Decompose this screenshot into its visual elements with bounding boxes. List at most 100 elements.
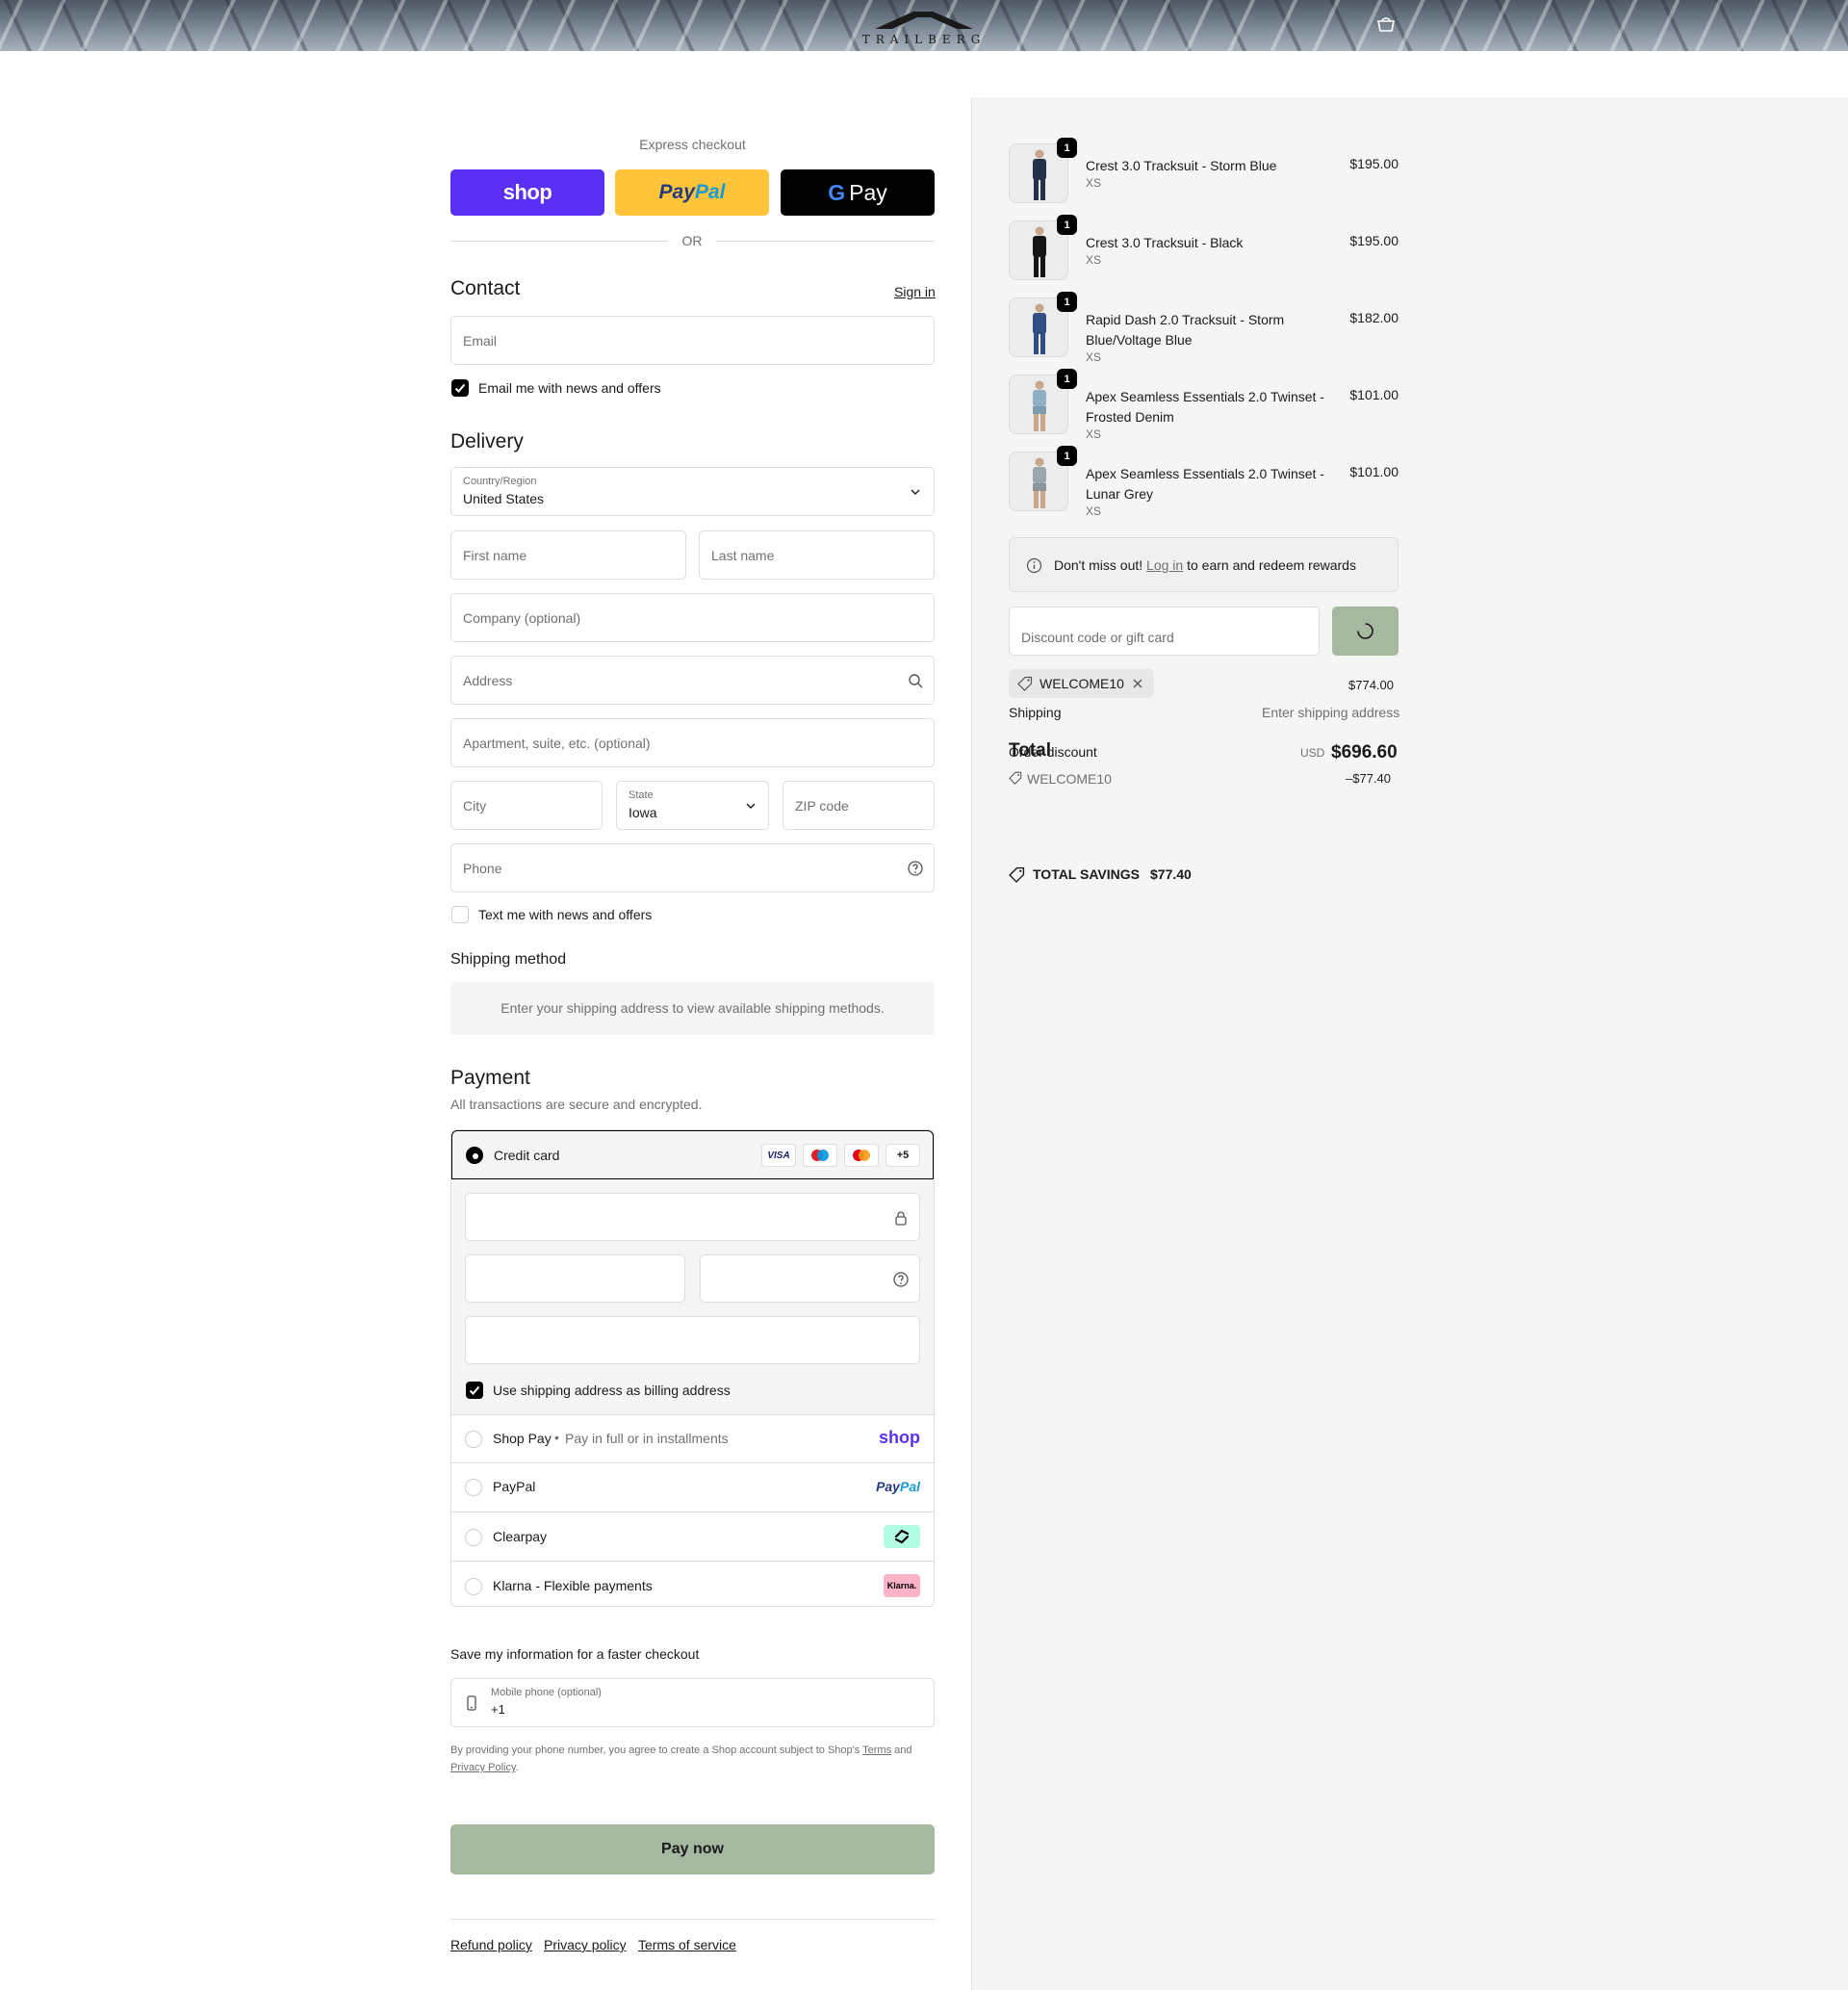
apply-discount-button[interactable] (1332, 607, 1399, 656)
mobile-phone-icon (467, 1695, 476, 1711)
shop-pay-option[interactable]: Shop Pay • Pay in full or in installment… (451, 1414, 934, 1462)
lock-icon (895, 1211, 907, 1226)
brand-wordmark: TRAILBERG (861, 33, 987, 46)
country-select[interactable]: Country/Region United States (450, 467, 935, 516)
payment-methods: Credit card VISA +5 Use shipping address… (450, 1129, 935, 1607)
expiry-field[interactable] (465, 1254, 685, 1303)
apartment-placeholder: Apartment, suite, etc. (optional) (463, 736, 651, 751)
clearpay-radio[interactable] (465, 1529, 482, 1546)
rewards-login-link[interactable]: Log in (1146, 557, 1183, 573)
product-size: XS (1086, 427, 1102, 441)
paypal-express-button[interactable]: PayPal (615, 169, 769, 216)
credit-card-radio[interactable] (466, 1147, 483, 1164)
city-field[interactable]: City (450, 781, 603, 830)
help-circle-icon[interactable] (892, 1271, 910, 1288)
discount-code-field[interactable]: Discount code or gift card (1009, 607, 1320, 656)
product-size: XS (1086, 350, 1102, 364)
billing-address-label: Use shipping address as billing address (493, 1383, 731, 1398)
shop-pay-sublabel: Pay in full or in installments (565, 1431, 729, 1446)
mastercard-icon (844, 1144, 879, 1167)
discount-code-placeholder: Discount code or gift card (1021, 630, 1174, 645)
shipping-value: Enter shipping address (1262, 705, 1400, 720)
shipping-method-notice-box: Enter your shipping address to view avai… (450, 982, 935, 1035)
mobile-phone-label: Mobile phone (optional) (491, 1687, 602, 1698)
cart-icon[interactable] (1376, 17, 1396, 33)
apartment-field[interactable]: Apartment, suite, etc. (optional) (450, 718, 935, 767)
last-name-placeholder: Last name (711, 548, 775, 563)
quantity-badge: 1 (1057, 215, 1077, 235)
refund-policy-link[interactable]: Refund policy (450, 1937, 532, 1952)
security-code-field[interactable] (700, 1254, 920, 1303)
sign-in-link[interactable]: Sign in (894, 284, 936, 299)
state-label: State (629, 789, 654, 801)
mobile-phone-field[interactable]: Mobile phone (optional) +1 (450, 1678, 935, 1727)
contact-heading: Contact (450, 277, 521, 299)
line-item: 1 Rapid Dash 2.0 Tracksuit - Storm Blue/… (1009, 292, 1399, 364)
or-divider-label: OR (681, 233, 703, 248)
klarna-option[interactable]: Klarna - Flexible payments Klarna. (451, 1561, 934, 1606)
express-checkout-title: Express checkout (639, 137, 746, 152)
first-name-placeholder: First name (463, 548, 527, 563)
last-name-field[interactable]: Last name (699, 530, 935, 580)
more-cards-badge: +5 (886, 1144, 920, 1167)
state-select[interactable]: State Iowa (616, 781, 769, 830)
zip-field[interactable]: ZIP code (783, 781, 935, 830)
tag-icon (1017, 676, 1033, 691)
paypal-logo: PayPal (876, 1479, 920, 1494)
name-on-card-field[interactable] (465, 1316, 920, 1364)
address-field[interactable]: Address (450, 656, 935, 705)
zip-placeholder: ZIP code (795, 798, 849, 814)
privacy-policy-footer-link[interactable]: Privacy policy (544, 1937, 627, 1952)
help-circle-icon[interactable] (907, 860, 924, 877)
quantity-badge: 1 (1057, 138, 1077, 158)
product-name: Apex Seamless Essentials 2.0 Twinset - L… (1086, 466, 1324, 502)
header-banner: TRAILBERG (0, 0, 1848, 51)
delivery-heading: Delivery (450, 430, 524, 452)
quantity-badge: 1 (1057, 369, 1077, 389)
order-discount-value: –$77.40 (1346, 771, 1391, 786)
clearpay-option[interactable]: Clearpay (451, 1512, 934, 1561)
product-name: Crest 3.0 Tracksuit - Black (1086, 235, 1244, 250)
country-label: Country/Region (463, 476, 537, 487)
state-value: Iowa (629, 805, 657, 820)
paypal-option[interactable]: PayPal PayPal (451, 1462, 934, 1512)
text-news-label: Text me with news and offers (478, 907, 653, 922)
country-value: United States (463, 491, 545, 506)
billing-address-checkbox[interactable] (466, 1382, 483, 1399)
email-field[interactable]: Email (450, 316, 935, 365)
product-name: Crest 3.0 Tracksuit - Storm Blue (1086, 158, 1277, 173)
close-icon[interactable] (1132, 678, 1143, 689)
terms-link[interactable]: Terms (862, 1744, 891, 1756)
line-item: 1 Crest 3.0 Tracksuit - Storm Blue XS $1… (1009, 138, 1399, 207)
email-news-checkbox[interactable] (451, 379, 469, 397)
company-field[interactable]: Company (optional) (450, 593, 935, 642)
chevron-down-icon (746, 803, 756, 809)
brand-logo[interactable]: TRAILBERG (852, 6, 996, 46)
order-discount-code: WELCOME10 (1027, 771, 1112, 787)
savings-tag-icon (1009, 866, 1025, 883)
checkmark-icon (454, 383, 466, 393)
paypal-radio[interactable] (465, 1479, 482, 1496)
shop-pay-radio[interactable] (465, 1431, 482, 1448)
info-icon (1026, 557, 1042, 574)
product-price: $101.00 (1349, 387, 1399, 402)
google-pay-express-button[interactable]: G Pay (781, 169, 935, 216)
text-news-checkbox[interactable] (451, 906, 469, 923)
first-name-field[interactable]: First name (450, 530, 686, 580)
shop-pay-express-button[interactable]: shop (450, 169, 604, 216)
phone-field[interactable]: Phone (450, 843, 935, 892)
card-number-field[interactable] (465, 1193, 920, 1241)
terms-of-service-link[interactable]: Terms of service (638, 1937, 736, 1952)
applied-discount-code: WELCOME10 (1040, 676, 1124, 691)
phone-placeholder: Phone (463, 861, 502, 876)
privacy-policy-link[interactable]: Privacy Policy (450, 1762, 516, 1773)
tag-icon (1009, 771, 1022, 785)
klarna-radio[interactable] (465, 1578, 482, 1595)
card-form: Use shipping address as billing address (451, 1179, 934, 1414)
loading-spinner-icon (1357, 623, 1373, 639)
pay-now-button[interactable]: Pay now (450, 1824, 935, 1874)
or-divider-right (716, 241, 935, 242)
or-divider-left (450, 241, 668, 242)
credit-card-option[interactable]: Credit card VISA +5 (451, 1130, 934, 1179)
clearpay-label: Clearpay (493, 1529, 548, 1544)
